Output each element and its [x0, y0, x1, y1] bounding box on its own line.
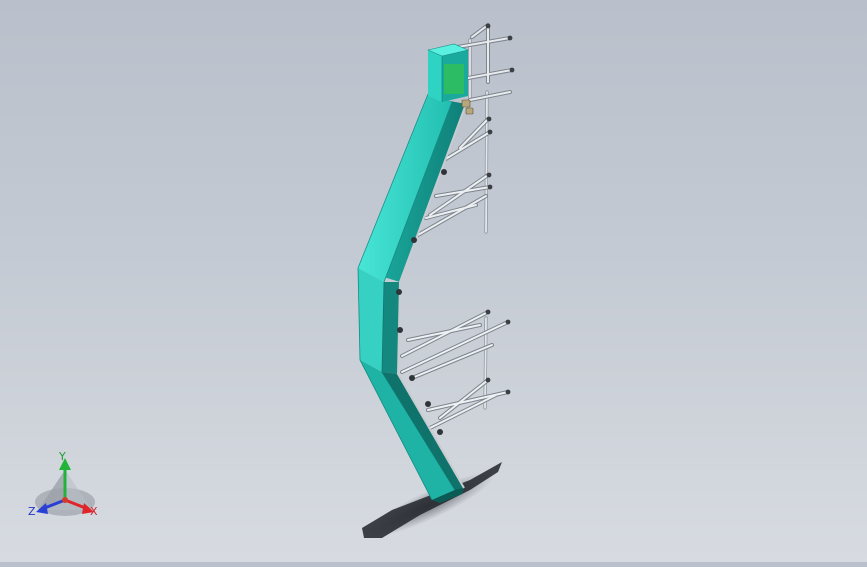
coordinate-triad[interactable]: [35, 458, 95, 516]
inlet-hopper[interactable]: [427, 43, 469, 102]
chute-body[interactable]: [357, 93, 474, 503]
y-axis-label: Y: [59, 450, 66, 463]
model-canvas[interactable]: [0, 0, 867, 562]
x-axis-label: X: [90, 505, 98, 518]
cad-viewport[interactable]: Y X Z: [0, 0, 867, 562]
z-axis-label: Z: [28, 505, 36, 518]
